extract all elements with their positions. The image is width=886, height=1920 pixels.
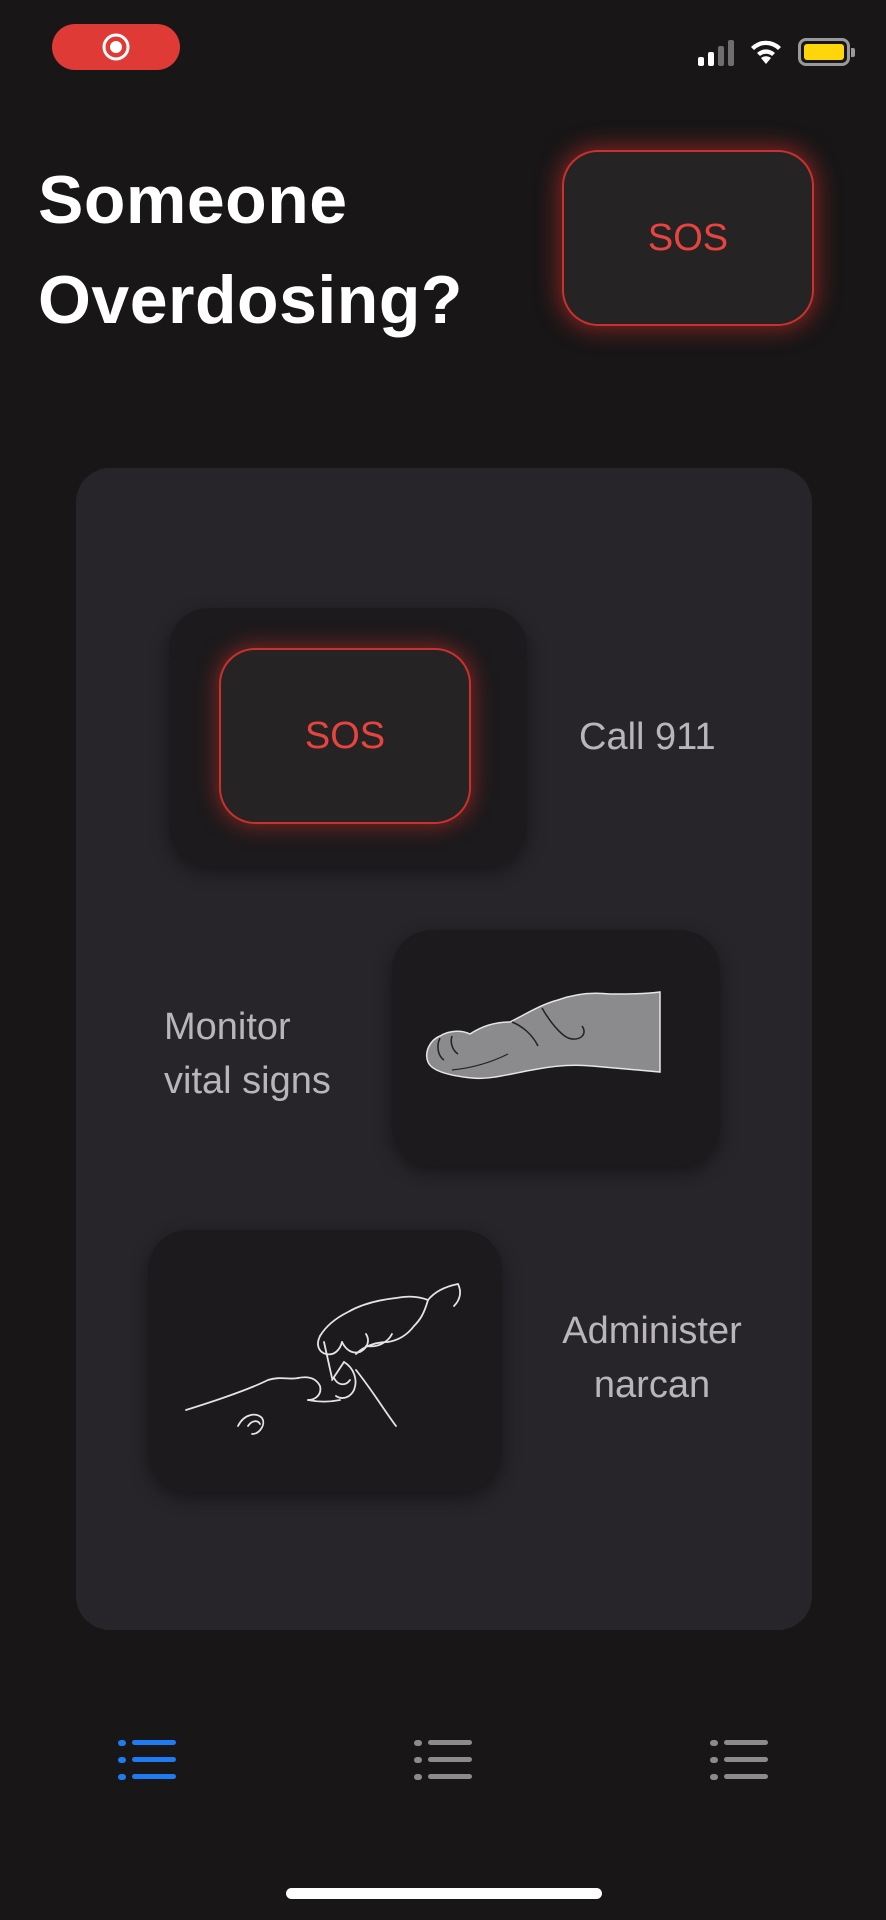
cellular-signal-icon bbox=[698, 38, 734, 66]
screen-recording-indicator[interactable] bbox=[52, 24, 180, 70]
title-line-1: Someone bbox=[38, 162, 348, 238]
call-911-label: Call 911 bbox=[579, 716, 716, 758]
tab-3[interactable] bbox=[710, 1740, 770, 1784]
record-icon bbox=[102, 33, 130, 61]
battery-icon bbox=[798, 38, 855, 66]
nasal-spray-illustration bbox=[185, 1283, 461, 1435]
narcan-label-line-1: Administer bbox=[562, 1310, 742, 1352]
monitor-label-line-2: vital signs bbox=[164, 1060, 331, 1102]
list-icon bbox=[118, 1740, 176, 1780]
wifi-icon bbox=[751, 40, 781, 64]
home-indicator[interactable] bbox=[286, 1888, 602, 1899]
title-line-2: Overdosing? bbox=[38, 262, 463, 338]
narcan-label-line-2: narcan bbox=[593, 1364, 711, 1406]
list-icon bbox=[414, 1740, 472, 1780]
tab-bar bbox=[0, 1740, 886, 1800]
list-icon bbox=[710, 1740, 768, 1780]
wrist-pulse-illustration bbox=[426, 991, 661, 1080]
instructions-card: SOS Call 911 Monitor vital signs Adminis… bbox=[76, 468, 812, 1630]
monitor-image-tile bbox=[392, 930, 720, 1166]
monitor-label-line-1: Monitor bbox=[164, 1006, 291, 1048]
page-title: Someone Overdosing? bbox=[38, 150, 538, 350]
status-icons bbox=[698, 38, 855, 66]
monitor-label: Monitor vital signs bbox=[164, 1000, 331, 1108]
step-sos-button[interactable]: SOS bbox=[221, 650, 469, 822]
narcan-label: Administer narcan bbox=[542, 1304, 762, 1412]
sos-button[interactable]: SOS bbox=[564, 152, 812, 324]
narcan-image-tile bbox=[148, 1230, 502, 1492]
call-step-tile: SOS bbox=[169, 608, 527, 866]
tab-1[interactable] bbox=[118, 1740, 178, 1784]
screen: Someone Overdosing? SOS SOS Call 911 Mon… bbox=[0, 0, 886, 1920]
tab-2[interactable] bbox=[414, 1740, 474, 1784]
